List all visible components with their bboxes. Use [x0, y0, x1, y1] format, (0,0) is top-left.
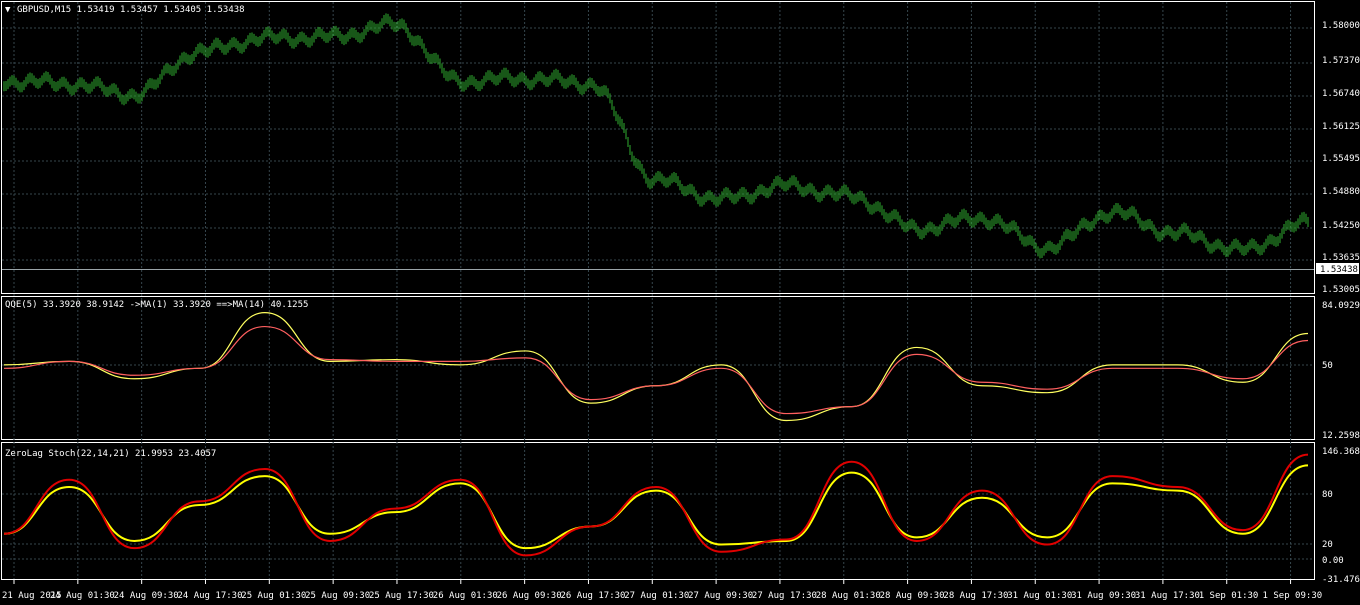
time-label: 31 Aug 01:30 [1007, 591, 1072, 601]
time-label: 31 Aug 17:30 [1135, 591, 1200, 601]
price-header-arrow[interactable]: ▼ [5, 5, 11, 15]
qqe-line-0 [3, 312, 1309, 422]
stoch-tick: 0.00 [1322, 556, 1344, 566]
time-label: 1 Sep 09:30 [1263, 591, 1323, 601]
time-label: 27 Aug 01:30 [624, 591, 689, 601]
series-layer [3, 13, 1309, 557]
time-label: 24 Aug 01:30 [50, 591, 115, 601]
price-tick: 1.56740 [1322, 89, 1360, 99]
price-tick: 1.55495 [1322, 154, 1360, 164]
price-tick: 1.54880 [1322, 187, 1360, 197]
time-label: 26 Aug 09:30 [497, 591, 562, 601]
stoch-tick: -31.4766 [1322, 575, 1360, 585]
qqe-header: QQE(5) 33.3920 38.9142 ->MA(1) 33.3920 =… [5, 300, 308, 310]
stoch-header: ZeroLag Stoch(22,14,21) 21.9953 23.4057 [5, 449, 216, 459]
stoch-tick: 20 [1322, 540, 1333, 550]
grid-lines [2, 2, 1314, 579]
time-label: 27 Aug 17:30 [752, 591, 817, 601]
price-bars [3, 13, 1309, 259]
time-label: 28 Aug 17:30 [943, 591, 1008, 601]
price-tick: 1.53005 [1322, 285, 1360, 295]
time-label: 24 Aug 17:30 [177, 591, 242, 601]
time-label: 25 Aug 17:30 [369, 591, 434, 601]
time-label: 26 Aug 01:30 [433, 591, 498, 601]
price-header: GBPUSD,M15 1.53419 1.53457 1.53405 1.534… [17, 5, 245, 15]
time-label: 31 Aug 09:30 [1071, 591, 1136, 601]
time-label: 25 Aug 09:30 [305, 591, 370, 601]
price-tick: 1.58000 [1322, 21, 1360, 31]
price-axis: 1.58000 1.57370 1.56740 1.56125 1.55495 … [1322, 21, 1360, 295]
qqe-tick: 12.2598 [1322, 431, 1360, 441]
price-tick: 1.56125 [1322, 122, 1360, 132]
qqe-axis: 84.0929 50 12.2598 [1322, 301, 1360, 441]
time-label: 26 Aug 17:30 [560, 591, 625, 601]
time-label: 28 Aug 01:30 [816, 591, 881, 601]
price-tick: 1.53635 [1322, 253, 1360, 263]
price-tick: 1.54250 [1322, 221, 1360, 231]
time-label: 27 Aug 09:30 [688, 591, 753, 601]
trading-chart-canvas[interactable]: ▼ GBPUSD,M15 1.53419 1.53457 1.53405 1.5… [0, 0, 1360, 605]
qqe-line-1 [3, 325, 1309, 415]
price-tick: 1.57370 [1322, 56, 1360, 66]
time-axis: 21 Aug 201524 Aug 01:3024 Aug 09:3024 Au… [2, 580, 1322, 601]
stoch-tick: 80 [1322, 490, 1333, 500]
time-label: 28 Aug 09:30 [880, 591, 945, 601]
time-label: 1 Sep 01:30 [1199, 591, 1259, 601]
stoch-axis: 146.3682 80 20 0.00 -31.4766 [1322, 447, 1360, 585]
time-label: 25 Aug 01:30 [241, 591, 306, 601]
time-label: 24 Aug 09:30 [114, 591, 179, 601]
qqe-tick: 50 [1322, 361, 1333, 371]
stoch-line-0 [3, 464, 1309, 550]
bid-label: 1.53438 [1320, 265, 1358, 275]
stoch-tick: 146.3682 [1322, 447, 1360, 457]
qqe-tick: 84.0929 [1322, 301, 1360, 311]
